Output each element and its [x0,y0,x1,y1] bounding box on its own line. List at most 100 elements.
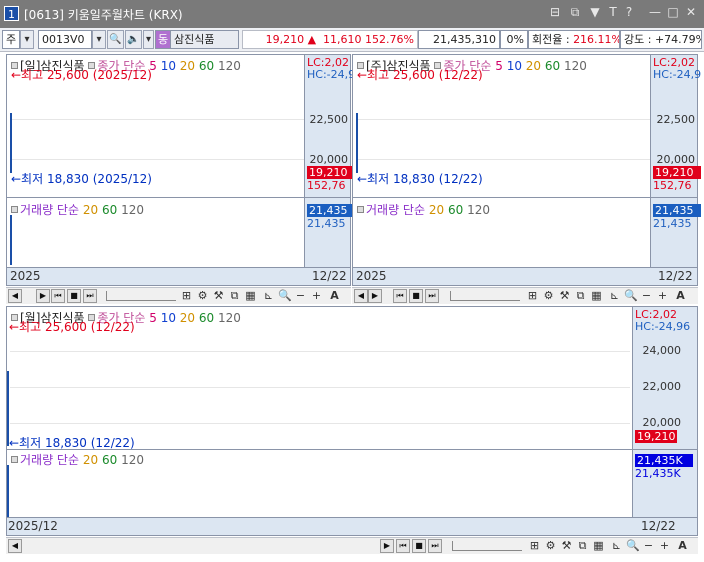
ma-60: 60 [198,59,215,73]
weekly-chart-panel: [주]삼진식품 종가 단순 5 10 20 60 120 ←최고 25,600 … [352,54,701,286]
monthly-chart-panel: [월]삼진식품 종가 단순 5 10 20 60 120 ←최고 25,600 … [6,306,698,536]
turnover-value: 216.11% [573,33,620,46]
price-bar [356,113,358,173]
hc-label: HC:-24,9 [653,68,702,81]
search-icon[interactable]: 🔍 [624,289,638,303]
window-title: [0613] 키움일주월차트 (KRX) [24,8,183,22]
stop-button[interactable]: ■ [409,289,423,303]
ma-120: 120 [218,59,241,73]
layout-icon[interactable]: ⊟ [548,5,562,19]
first-button[interactable]: ⏮ [393,289,407,303]
search-icon[interactable]: 🔍 [626,539,640,553]
last-button[interactable]: ⏭ [425,289,439,303]
volume-field: 21,435,310 [418,30,500,49]
period-select[interactable]: 주 [2,30,20,49]
table-icon[interactable]: ▦ [244,289,257,303]
zoom-slider[interactable] [450,291,520,301]
vol-ma-60: 60 [447,203,464,217]
more-dropdown-icon[interactable]: ▾ [143,30,154,49]
weekly-price-axis: LC:2,02 HC:-24,9 22,500 20,000 19,210 15… [650,55,701,197]
grid-icon[interactable]: ⊞ [526,289,539,303]
crosshair-icon[interactable]: ⊾ [610,539,623,553]
ma-120: 120 [218,311,241,325]
zoom-slider[interactable] [452,541,522,551]
daily-volume-axis: 21,435 21,435 [304,198,355,267]
crosshair-icon[interactable]: ⊾ [262,289,275,303]
zoom-out-icon[interactable]: − [640,289,653,303]
tools-icon[interactable]: ⚒ [212,289,225,303]
period-dropdown-icon[interactable]: ▾ [20,30,34,49]
settings-icon[interactable]: ⚙ [544,539,557,553]
speaker-icon[interactable]: 🔈 [125,30,142,49]
zoom-slider[interactable] [106,291,176,301]
copy-icon[interactable]: ⧉ [576,539,589,553]
ma-20: 20 [179,59,196,73]
monthly-volume-axis: 21,435K 21,435K [632,450,697,517]
vol-ma-120: 120 [467,203,490,217]
y-tick: 22,000 [642,380,682,393]
vol-ma-120: 120 [121,453,144,467]
first-button[interactable]: ⏮ [396,539,410,553]
tools-icon[interactable]: ⚒ [558,289,571,303]
scroll-left-button[interactable]: ◀ [354,289,368,303]
auto-scale-icon[interactable]: A [676,539,689,553]
ma-10: 10 [160,59,176,73]
zoom-in-icon[interactable]: + [310,289,323,303]
auto-scale-icon[interactable]: A [328,289,341,303]
x-label-end: 12/22 [658,269,693,283]
scroll-left-button[interactable]: ◀ [8,539,22,553]
search-icon[interactable]: 🔍 [107,30,124,49]
zoom-in-icon[interactable]: + [658,539,671,553]
zoom-in-icon[interactable]: + [656,289,669,303]
zoom-out-icon[interactable]: − [642,539,655,553]
daily-chart-panel: [일]삼진식품 종가 단순 5 10 20 60 120 ←최고 25,600 … [6,54,355,286]
vol-ma-20: 20 [82,453,99,467]
stock-type-badge: 동 [155,30,171,49]
volume-legend-name: 거래량 단순 [20,203,80,217]
change-marker: 152,76 [653,179,692,192]
code-dropdown-icon[interactable]: ▾ [92,30,106,49]
settings-icon[interactable]: ⚙ [542,289,555,303]
ma-10: 10 [506,59,522,73]
y-tick: 22,500 [656,113,696,126]
scroll-left-button[interactable]: ◀ [8,289,22,303]
font-icon[interactable]: T [606,5,620,19]
change-amount: 11,610 [323,33,362,46]
table-icon[interactable]: ▦ [592,539,605,553]
pin-icon[interactable]: ▼ [588,5,602,19]
tools-icon[interactable]: ⚒ [560,539,573,553]
crosshair-icon[interactable]: ⊾ [608,289,621,303]
copy-window-icon[interactable]: ⧉ [568,5,582,19]
current-price-marker: 19,210 [635,430,677,443]
zoom-out-icon[interactable]: − [294,289,307,303]
y-tick: 20,000 [656,153,696,166]
last-button[interactable]: ⏭ [428,539,442,553]
minimize-button[interactable]: — [648,5,662,19]
x-label-start: 2025 [10,269,41,283]
hc-label: HC:-24,9 [307,68,356,81]
grid-icon[interactable]: ⊞ [528,539,541,553]
copy-icon[interactable]: ⧉ [574,289,587,303]
scroll-right-button[interactable]: ▶ [380,539,394,553]
maximize-button[interactable]: □ [666,5,680,19]
volume-bar [7,465,9,517]
close-button[interactable]: ✕ [684,5,698,19]
ma-20: 20 [525,59,542,73]
stock-code-input[interactable]: 0013V0 [38,30,92,49]
scroll-right-button[interactable]: ▶ [36,289,50,303]
scroll-right-button[interactable]: ▶ [368,289,382,303]
stop-button[interactable]: ■ [412,539,426,553]
table-icon[interactable]: ▦ [590,289,603,303]
search-icon[interactable]: 🔍 [278,289,292,303]
first-button[interactable]: ⏮ [51,289,65,303]
daily-time-axis: 2025 12/22 [7,267,350,285]
help-icon[interactable]: ? [622,5,636,19]
ma-5: 5 [149,311,157,325]
volume-legend-name: 거래량 단순 [20,453,80,467]
settings-icon[interactable]: ⚙ [196,289,209,303]
last-button[interactable]: ⏭ [83,289,97,303]
grid-icon[interactable]: ⊞ [180,289,193,303]
stop-button[interactable]: ■ [67,289,81,303]
copy-icon[interactable]: ⧉ [228,289,241,303]
auto-scale-icon[interactable]: A [674,289,687,303]
